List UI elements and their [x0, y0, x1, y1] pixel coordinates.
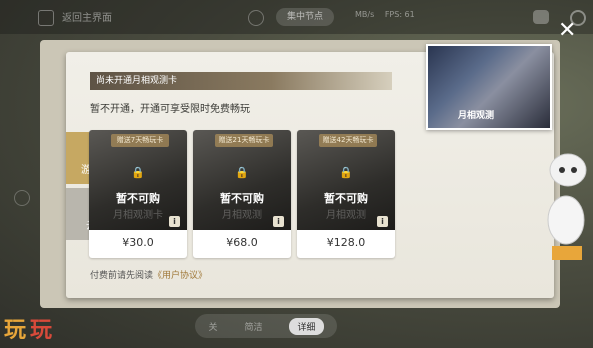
- banner-title: 月相观测: [458, 111, 495, 121]
- product-card[interactable]: 赠送42天畅玩卡 🔒 暂不可购 月相观测 i ¥128.0: [297, 130, 395, 258]
- watermark-char-left: 玩: [4, 318, 31, 343]
- notice-subtitle: 暂不开通，开通可享受限时免费畅玩: [90, 104, 250, 115]
- node-button[interactable]: 集中节点: [276, 8, 334, 26]
- bonus-tag: 赠送42天畅玩卡: [319, 134, 377, 147]
- side-control-icon[interactable]: [14, 190, 30, 206]
- mode-tab-detail[interactable]: 详细: [289, 317, 324, 335]
- banner-image: 月相观测: [428, 46, 550, 128]
- product-card[interactable]: 赠送21天畅玩卡 🔒 暂不可购 月相观测 i ¥68.0: [193, 130, 291, 258]
- chat-icon[interactable]: [533, 10, 549, 24]
- card-price: ¥128.0: [326, 236, 366, 249]
- lock-icon: 🔒: [131, 166, 145, 179]
- mascot-illustration: [547, 153, 587, 260]
- lock-icon: 🔒: [339, 166, 353, 179]
- mode-tab-simple[interactable]: 简洁: [244, 320, 262, 333]
- bonus-tag: 赠送7天畅玩卡: [111, 134, 169, 147]
- unavailable-label: 暂不可购: [220, 192, 264, 205]
- user-agreement-link[interactable]: 《用户协议》: [153, 271, 207, 281]
- notice-title: 尚未开通月相观测卡: [90, 72, 392, 90]
- lock-icon: 🔒: [235, 166, 249, 179]
- info-icon[interactable]: i: [169, 216, 180, 227]
- info-icon[interactable]: i: [377, 216, 388, 227]
- unavailable-label: 暂不可购: [324, 192, 368, 205]
- network-stats: MB/s FPS: 61: [355, 10, 423, 19]
- headset-icon[interactable]: [248, 10, 264, 26]
- watermark-char-right: 玩: [30, 318, 57, 343]
- unavailable-label: 暂不可购: [116, 192, 160, 205]
- card-price: ¥30.0: [122, 236, 154, 249]
- watermark: 玩玩: [4, 312, 56, 344]
- info-icon[interactable]: i: [273, 216, 284, 227]
- back-icon[interactable]: [38, 10, 54, 26]
- promo-banner[interactable]: 月相观测: [426, 44, 552, 130]
- back-title[interactable]: 返回主界面: [62, 9, 112, 24]
- fps-stat: FPS: 61: [384, 10, 415, 19]
- mode-tab-off[interactable]: 关: [208, 320, 217, 333]
- payment-notice-text: 付费前请先阅读: [90, 271, 154, 281]
- card-price: ¥68.0: [226, 236, 258, 249]
- display-mode-tabs: 关 简洁 详细: [195, 314, 337, 338]
- speed-stat: MB/s: [355, 10, 375, 19]
- app-logo-icon: ✕: [558, 18, 577, 43]
- bonus-tag: 赠送21天畅玩卡: [215, 134, 273, 147]
- payment-notice: 付费前请先阅读《用户协议》: [90, 268, 207, 281]
- product-card[interactable]: 赠送7天畅玩卡 🔒 暂不可购 月相观测卡 i ¥30.0: [89, 130, 187, 258]
